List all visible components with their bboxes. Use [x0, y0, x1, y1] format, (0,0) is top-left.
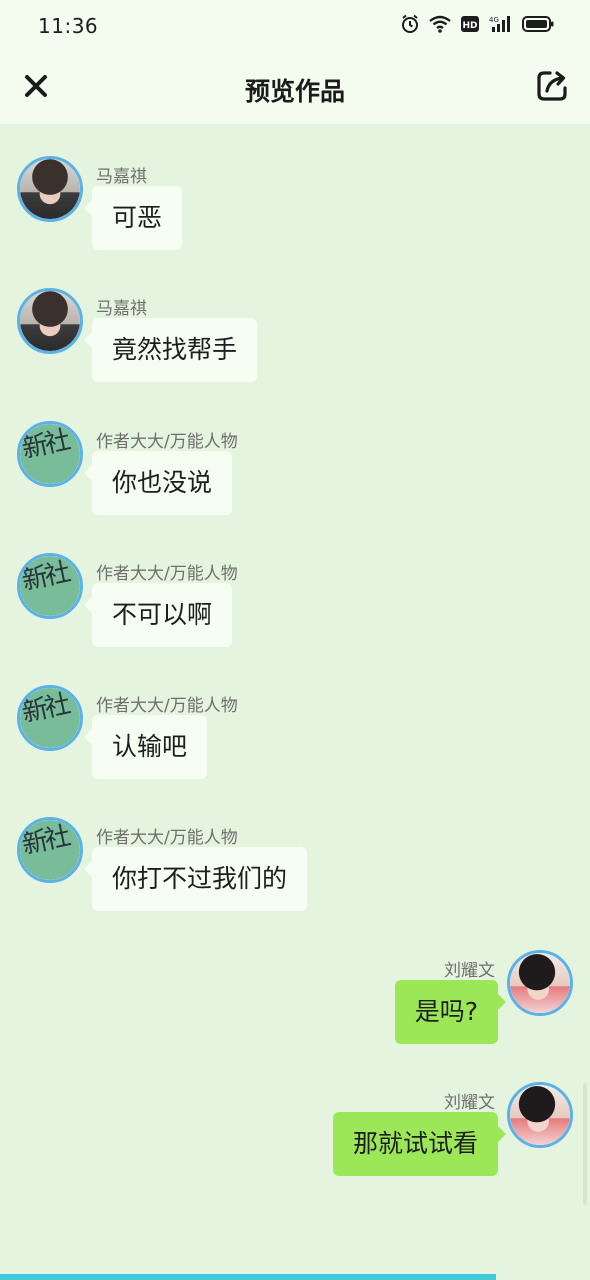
- sender-name: 刘耀文: [444, 961, 495, 981]
- message-bubble[interactable]: 认输吧: [83, 715, 208, 779]
- avatar[interactable]: 新社: [17, 421, 83, 487]
- status-time: 11:36: [38, 14, 99, 38]
- avatar-photo: [20, 291, 80, 351]
- author-avatar-text: 新社: [19, 557, 71, 597]
- author-avatar: 新社: [20, 556, 80, 616]
- sender-name: 作者大大/万能人物: [96, 828, 238, 848]
- progress-bar: [0, 1274, 590, 1280]
- page-title: 预览作品: [244, 77, 345, 106]
- author-avatar: 新社: [20, 820, 80, 880]
- hd-label: HD: [462, 21, 477, 31]
- avatar[interactable]: 新社: [17, 553, 83, 619]
- author-avatar: 新社: [20, 688, 80, 748]
- message-bubble[interactable]: 竟然找帮手: [83, 318, 258, 382]
- sender-name: 作者大大/万能人物: [96, 696, 238, 716]
- message-bubble[interactable]: 你打不过我们的: [83, 847, 308, 911]
- status-icons: HD 4G: [400, 14, 554, 34]
- chat-message: 新社 作者大大/万能人物 你也没说: [0, 421, 590, 531]
- sender-name: 作者大大/万能人物: [96, 564, 238, 584]
- progress-fill: [0, 1274, 496, 1280]
- avatar[interactable]: [507, 950, 573, 1016]
- author-avatar: 新社: [20, 424, 80, 484]
- share-icon: [535, 69, 569, 107]
- author-avatar-text: 新社: [19, 821, 71, 861]
- wifi-icon: [428, 14, 452, 34]
- header-bar: 预览作品: [0, 52, 590, 124]
- avatar[interactable]: [17, 156, 83, 222]
- sender-name: 作者大大/万能人物: [96, 432, 238, 452]
- avatar-photo: [510, 1085, 570, 1145]
- sender-name: 马嘉祺: [96, 299, 147, 319]
- message-bubble[interactable]: 可恶: [83, 186, 183, 250]
- avatar[interactable]: [507, 1082, 573, 1148]
- chat-message: 新社 作者大大/万能人物 你打不过我们的: [0, 817, 590, 927]
- chat-message: 马嘉祺 竟然找帮手: [0, 288, 590, 398]
- net-label: 4G: [489, 16, 499, 24]
- 4g-signal-icon: 4G: [488, 14, 514, 34]
- chat-message: 刘耀文 那就试试看: [0, 1082, 590, 1192]
- chat-message: 马嘉祺 可恶: [0, 156, 590, 266]
- message-bubble[interactable]: 是吗?: [394, 980, 507, 1044]
- sender-name: 刘耀文: [444, 1093, 495, 1113]
- alarm-icon: [400, 14, 420, 34]
- avatar-photo: [20, 159, 80, 219]
- chat-list[interactable]: 马嘉祺 可恶 马嘉祺 竟然找帮手 新社 作者大大/万能人物 你也没说 新社 作者…: [0, 124, 590, 1274]
- avatar-photo: [510, 953, 570, 1013]
- avatar[interactable]: 新社: [17, 685, 83, 751]
- share-button[interactable]: [532, 68, 572, 108]
- hd-icon: HD: [460, 14, 480, 34]
- chat-message: 新社 作者大大/万能人物 不可以啊: [0, 553, 590, 663]
- message-bubble[interactable]: 那就试试看: [332, 1112, 507, 1176]
- status-bar: 11:36 HD 4G: [0, 0, 590, 52]
- message-bubble[interactable]: 不可以啊: [83, 583, 233, 647]
- chat-message: 新社 作者大大/万能人物 认输吧: [0, 685, 590, 795]
- avatar[interactable]: 新社: [17, 817, 83, 883]
- chat-message: 刘耀文 是吗?: [0, 950, 590, 1060]
- sender-name: 马嘉祺: [96, 167, 147, 187]
- author-avatar-text: 新社: [19, 425, 71, 465]
- author-avatar-text: 新社: [19, 689, 71, 729]
- battery-icon: [522, 14, 554, 34]
- message-bubble[interactable]: 你也没说: [83, 451, 233, 515]
- avatar[interactable]: [17, 288, 83, 354]
- scrollbar[interactable]: [583, 1083, 587, 1205]
